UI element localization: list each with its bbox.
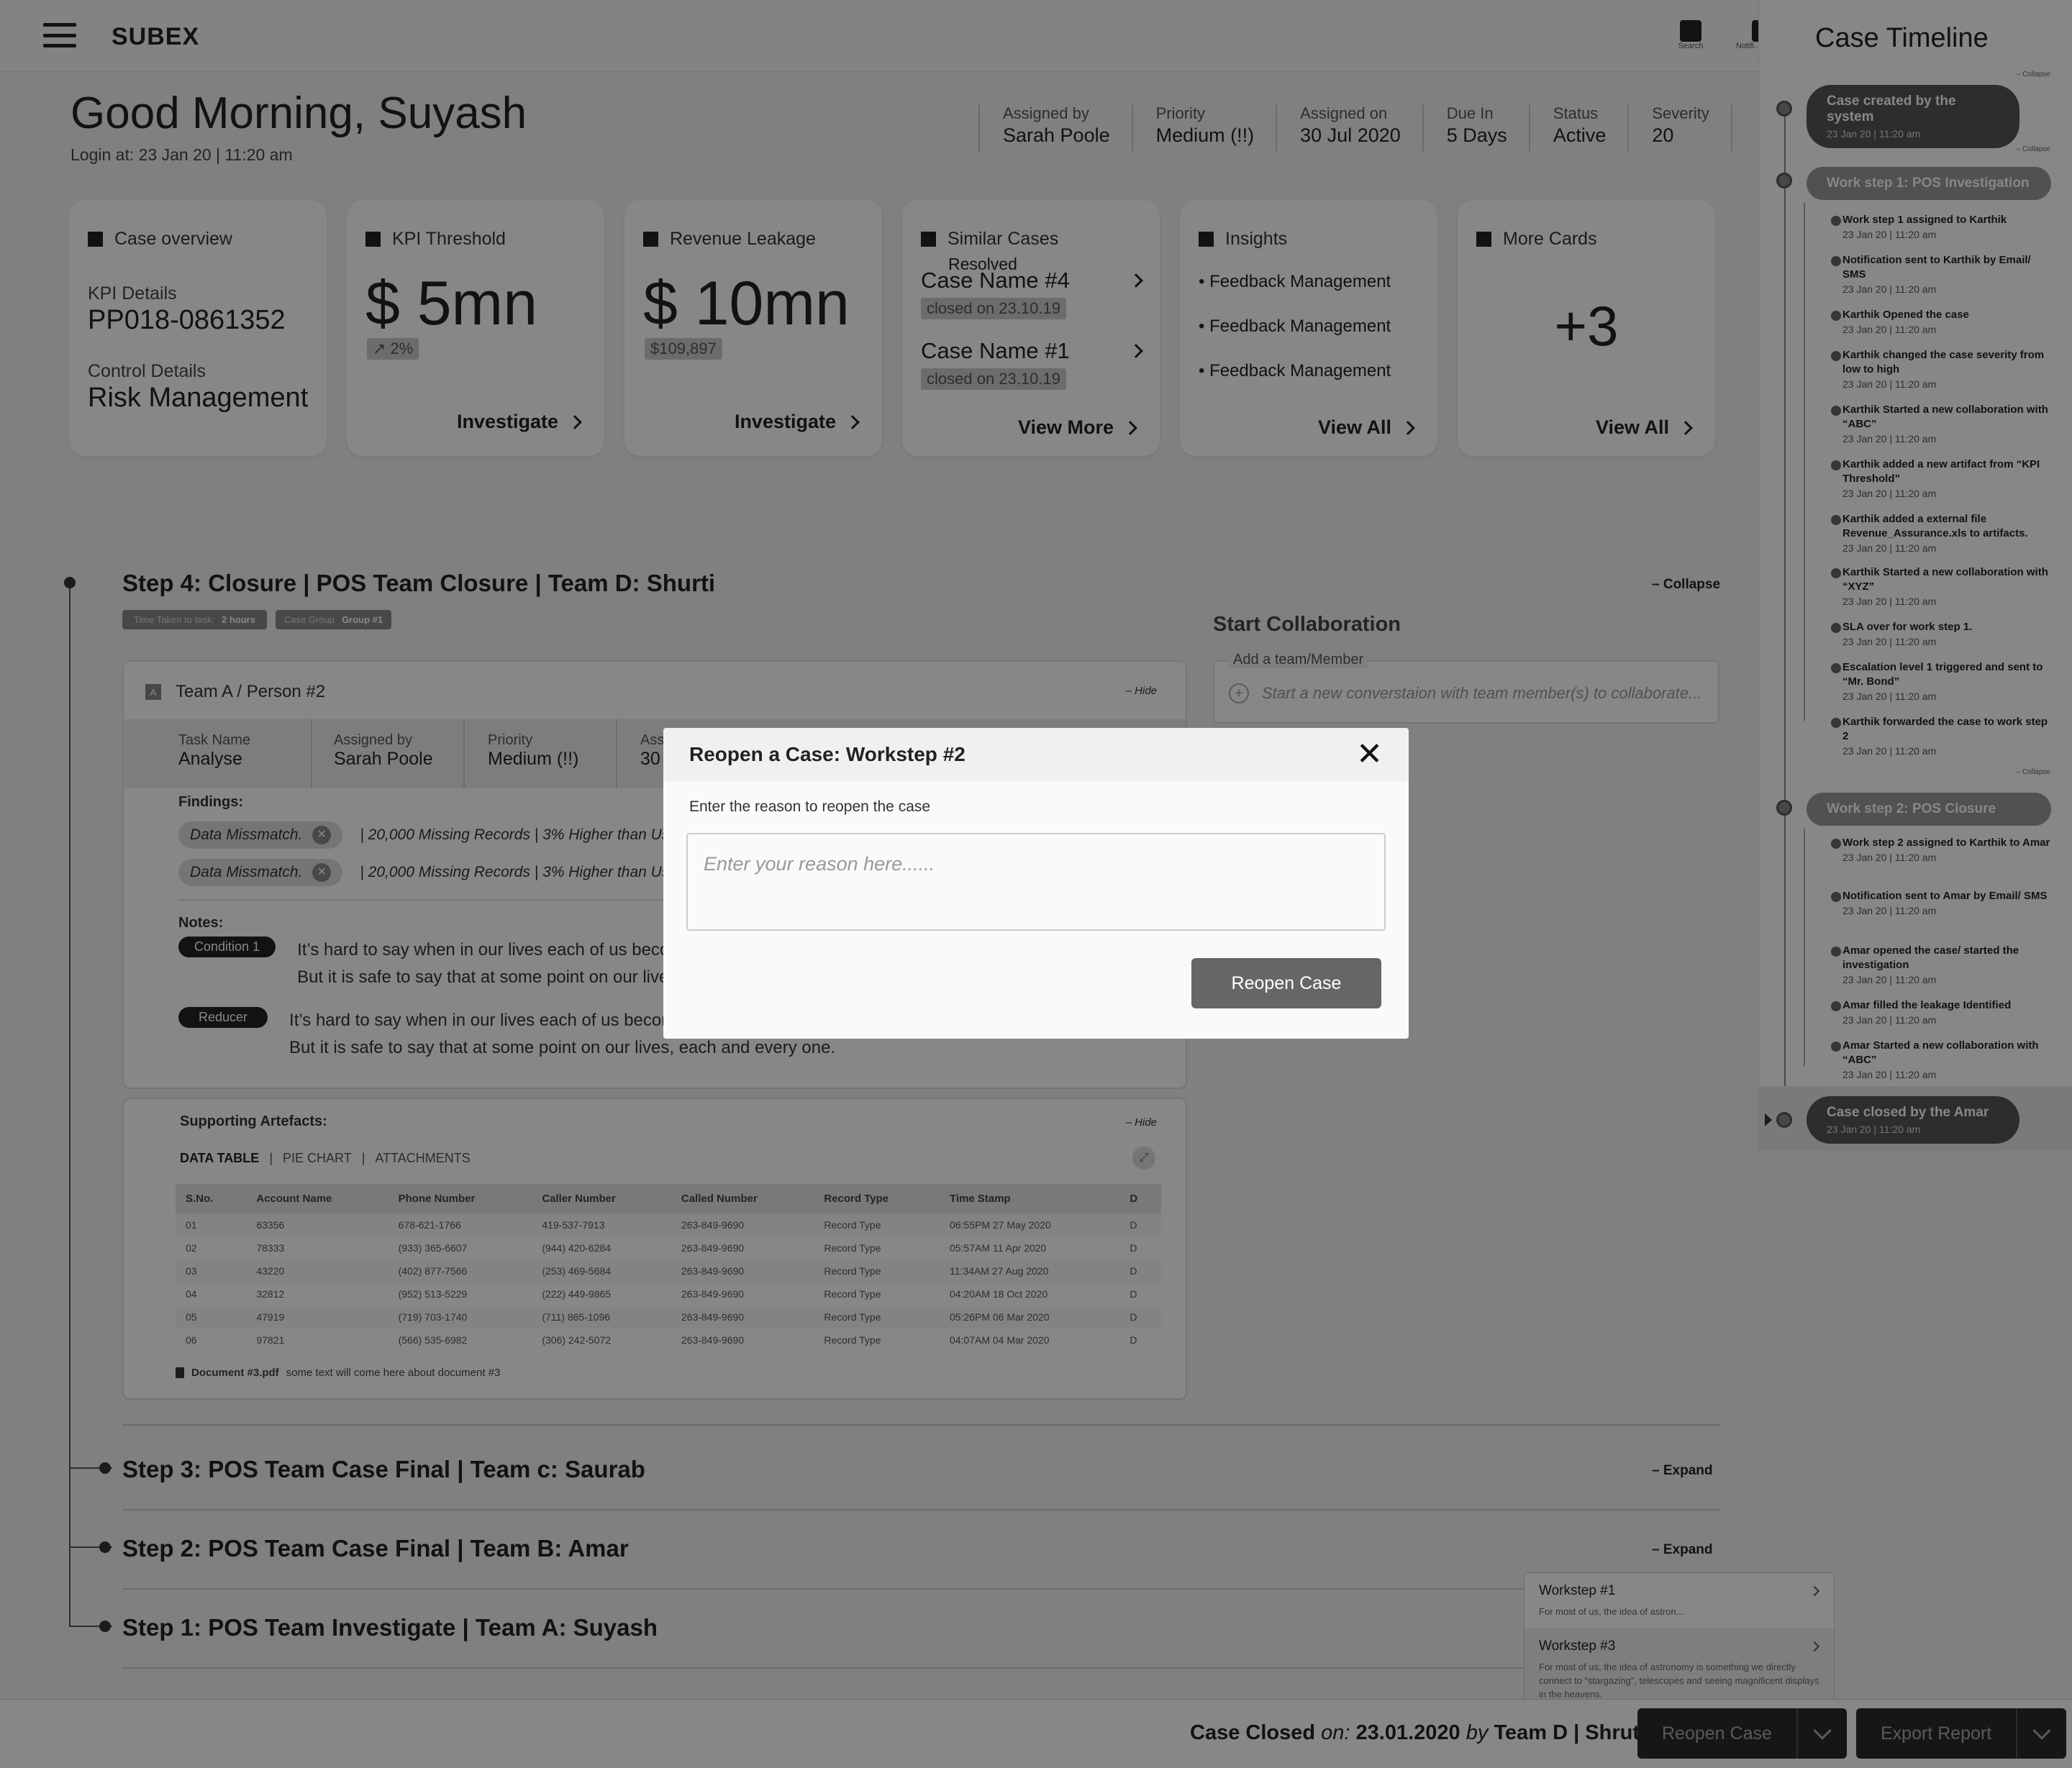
reopen-case-submit-button[interactable]: Reopen Case (1191, 958, 1381, 1008)
close-icon[interactable]: ✕ (1356, 739, 1383, 770)
reason-input[interactable]: Enter your reason here...... (686, 833, 1386, 931)
modal-title: Reopen a Case: Workstep #2 (689, 743, 965, 765)
reopen-case-modal: Reopen a Case: Workstep #2 ✕ Enter the r… (663, 728, 1409, 1039)
reason-label: Enter the reason to reopen the case (689, 798, 931, 815)
